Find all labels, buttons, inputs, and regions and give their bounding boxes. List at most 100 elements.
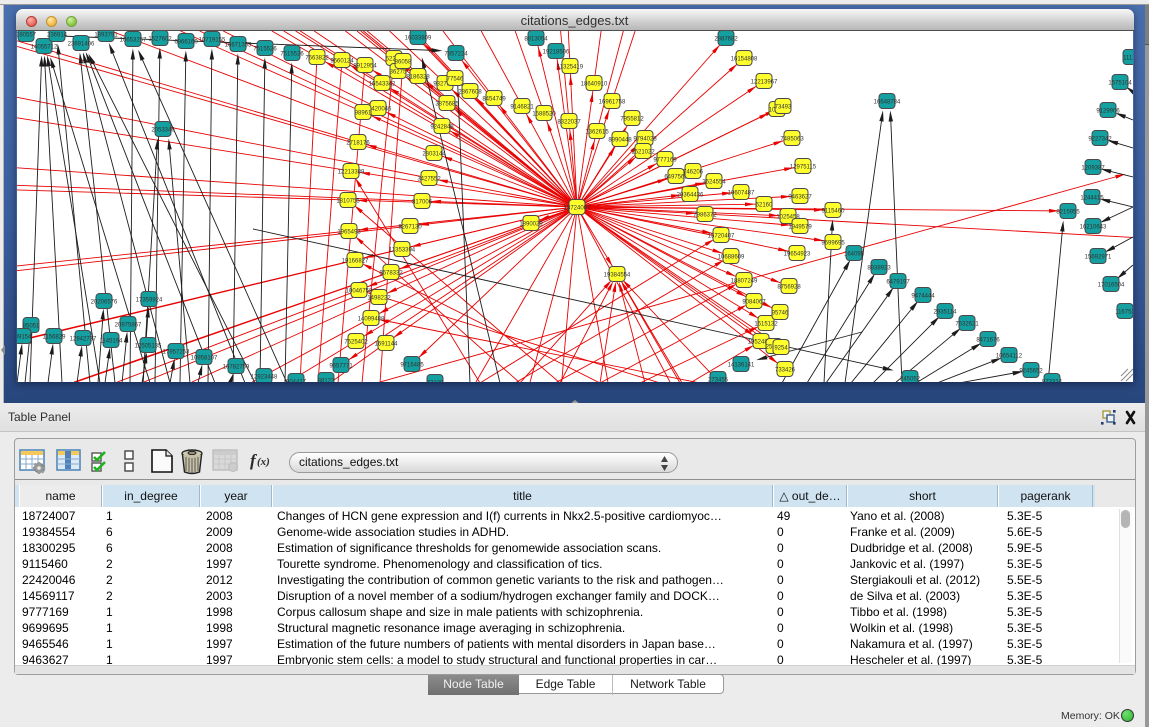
svg-text:19166827: 19166827	[342, 259, 369, 265]
svg-text:20975867: 20975867	[115, 323, 142, 329]
svg-text:39154: 39154	[17, 335, 32, 341]
svg-text:12923448: 12923448	[251, 375, 278, 381]
svg-text:9245652: 9245652	[1019, 369, 1043, 375]
svg-text:(x): (x)	[257, 456, 270, 468]
svg-text:973314: 973314	[1042, 380, 1063, 383]
svg-text:1209387: 1209387	[1081, 166, 1105, 172]
svg-text:1244415: 1244415	[1080, 196, 1104, 202]
svg-text:1498222: 1498222	[367, 296, 391, 302]
svg-text:98961: 98961	[355, 111, 372, 117]
svg-text:62160: 62160	[756, 203, 773, 209]
svg-text:8912954: 8912954	[353, 64, 377, 70]
svg-text:9115460: 9115460	[822, 209, 846, 215]
svg-text:9242848: 9242848	[430, 125, 454, 131]
svg-text:14136141: 14136141	[728, 363, 755, 369]
svg-text:1949579: 1949579	[788, 225, 812, 231]
svg-text:10653257: 10653257	[120, 38, 147, 44]
svg-text:1588520: 1588520	[532, 112, 556, 118]
svg-text:7663822: 7663822	[305, 56, 329, 62]
svg-text:14099488: 14099488	[358, 317, 385, 323]
svg-text:733426: 733426	[775, 368, 796, 374]
svg-text:8186328: 8186328	[406, 75, 430, 81]
svg-text:8938923: 8938923	[867, 266, 891, 272]
svg-text:10958107: 10958107	[191, 356, 218, 362]
svg-text:17016504: 17016504	[1098, 283, 1125, 289]
svg-text:10654112: 10654112	[996, 354, 1023, 360]
svg-text:88122: 88122	[318, 379, 335, 383]
svg-text:20364436: 20364436	[677, 193, 704, 199]
svg-text:3624554: 3624554	[702, 180, 726, 186]
svg-text:8322037: 8322037	[557, 120, 581, 126]
svg-text:19218506: 19218506	[543, 50, 570, 56]
svg-text:9146821: 9146821	[510, 105, 534, 111]
svg-text:6479197: 6479197	[886, 280, 910, 286]
svg-text:1810755: 1810755	[336, 199, 360, 205]
svg-text:236914: 236914	[47, 33, 68, 39]
svg-text:9084067: 9084067	[742, 300, 766, 306]
svg-text:11353394: 11353394	[389, 248, 416, 254]
svg-text:7986372: 7986372	[693, 213, 717, 219]
svg-text:7857224: 7857224	[444, 52, 468, 58]
svg-text:9227342: 9227342	[1088, 137, 1112, 143]
svg-text:1621022: 1621022	[631, 150, 655, 156]
svg-text:15720407: 15720407	[708, 234, 735, 240]
svg-text:17359924: 17359924	[136, 298, 163, 304]
svg-text:7515526: 7515526	[280, 52, 304, 58]
svg-text:12942737: 12942737	[70, 337, 97, 343]
svg-text:77120: 77120	[427, 381, 444, 383]
svg-text:2887682: 2887682	[714, 37, 738, 43]
svg-text:904417: 904417	[286, 380, 307, 383]
svg-text:12505135: 12505135	[135, 344, 162, 350]
svg-text:9474444: 9474444	[911, 294, 935, 300]
svg-text:16543342: 16543342	[369, 82, 396, 88]
svg-text:16033809: 16033809	[405, 36, 432, 42]
svg-text:20206576: 20206576	[91, 300, 118, 306]
svg-text:16648784: 16648784	[874, 100, 901, 106]
svg-text:14055712: 14055712	[31, 45, 58, 51]
svg-text:7625402: 7625402	[344, 340, 368, 346]
svg-text:245052: 245052	[900, 377, 921, 383]
svg-text:9716485: 9716485	[400, 363, 424, 369]
svg-text:16671355: 16671355	[225, 43, 252, 49]
svg-text:7515526: 7515526	[253, 47, 277, 53]
svg-text:18640910: 18640910	[581, 82, 608, 88]
svg-text:9129906: 9129906	[1096, 109, 1120, 115]
svg-text:10607487: 10607487	[728, 191, 755, 197]
svg-text:9794028: 9794028	[633, 137, 657, 143]
svg-text:164095: 164095	[844, 252, 865, 258]
svg-text:16154808: 16154808	[731, 57, 758, 63]
svg-text:7955812: 7955812	[620, 117, 644, 123]
svg-text:17957253: 17957253	[163, 350, 190, 356]
svg-text:15692971: 15692971	[1085, 255, 1112, 261]
svg-text:1527602: 1527602	[148, 37, 172, 43]
svg-text:23691406: 23691406	[68, 42, 95, 48]
svg-text:1691144: 1691144	[375, 342, 399, 348]
svg-text:1890029: 1890029	[519, 222, 543, 228]
svg-text:11325419: 11325419	[557, 65, 584, 71]
svg-text:10719155: 10719155	[199, 38, 226, 44]
svg-text:116753: 116753	[1115, 310, 1133, 316]
svg-text:10046758: 10046758	[346, 289, 373, 295]
svg-text:8813054: 8813054	[524, 37, 548, 43]
svg-text:280557: 280557	[17, 33, 37, 39]
svg-text:18724007: 18724007	[564, 206, 591, 212]
svg-text:1156829: 1156829	[43, 335, 67, 341]
svg-text:9660124: 9660124	[330, 59, 354, 65]
svg-text:10688609: 10688609	[718, 255, 745, 261]
svg-text:8990448: 8990448	[608, 138, 632, 144]
svg-text:86058: 86058	[395, 60, 412, 66]
svg-text:8471676: 8471676	[976, 338, 1000, 344]
svg-text:9777169: 9777169	[653, 158, 677, 164]
svg-text:11123: 11123	[1123, 56, 1133, 62]
svg-text:1575104: 1575104	[1108, 81, 1132, 87]
svg-text:6966160: 6966160	[174, 40, 198, 46]
svg-text:7632621: 7632621	[955, 322, 979, 328]
svg-text:2935114: 2935114	[934, 310, 958, 316]
svg-text:8267130: 8267130	[398, 225, 422, 231]
svg-text:1145194: 1145194	[100, 339, 124, 345]
svg-text:7485063: 7485063	[780, 137, 804, 143]
svg-text:9254: 9254	[774, 346, 788, 352]
svg-text:1362615: 1362615	[585, 130, 609, 136]
svg-text:273455: 273455	[708, 378, 729, 383]
svg-text:2053346: 2053346	[151, 128, 175, 134]
